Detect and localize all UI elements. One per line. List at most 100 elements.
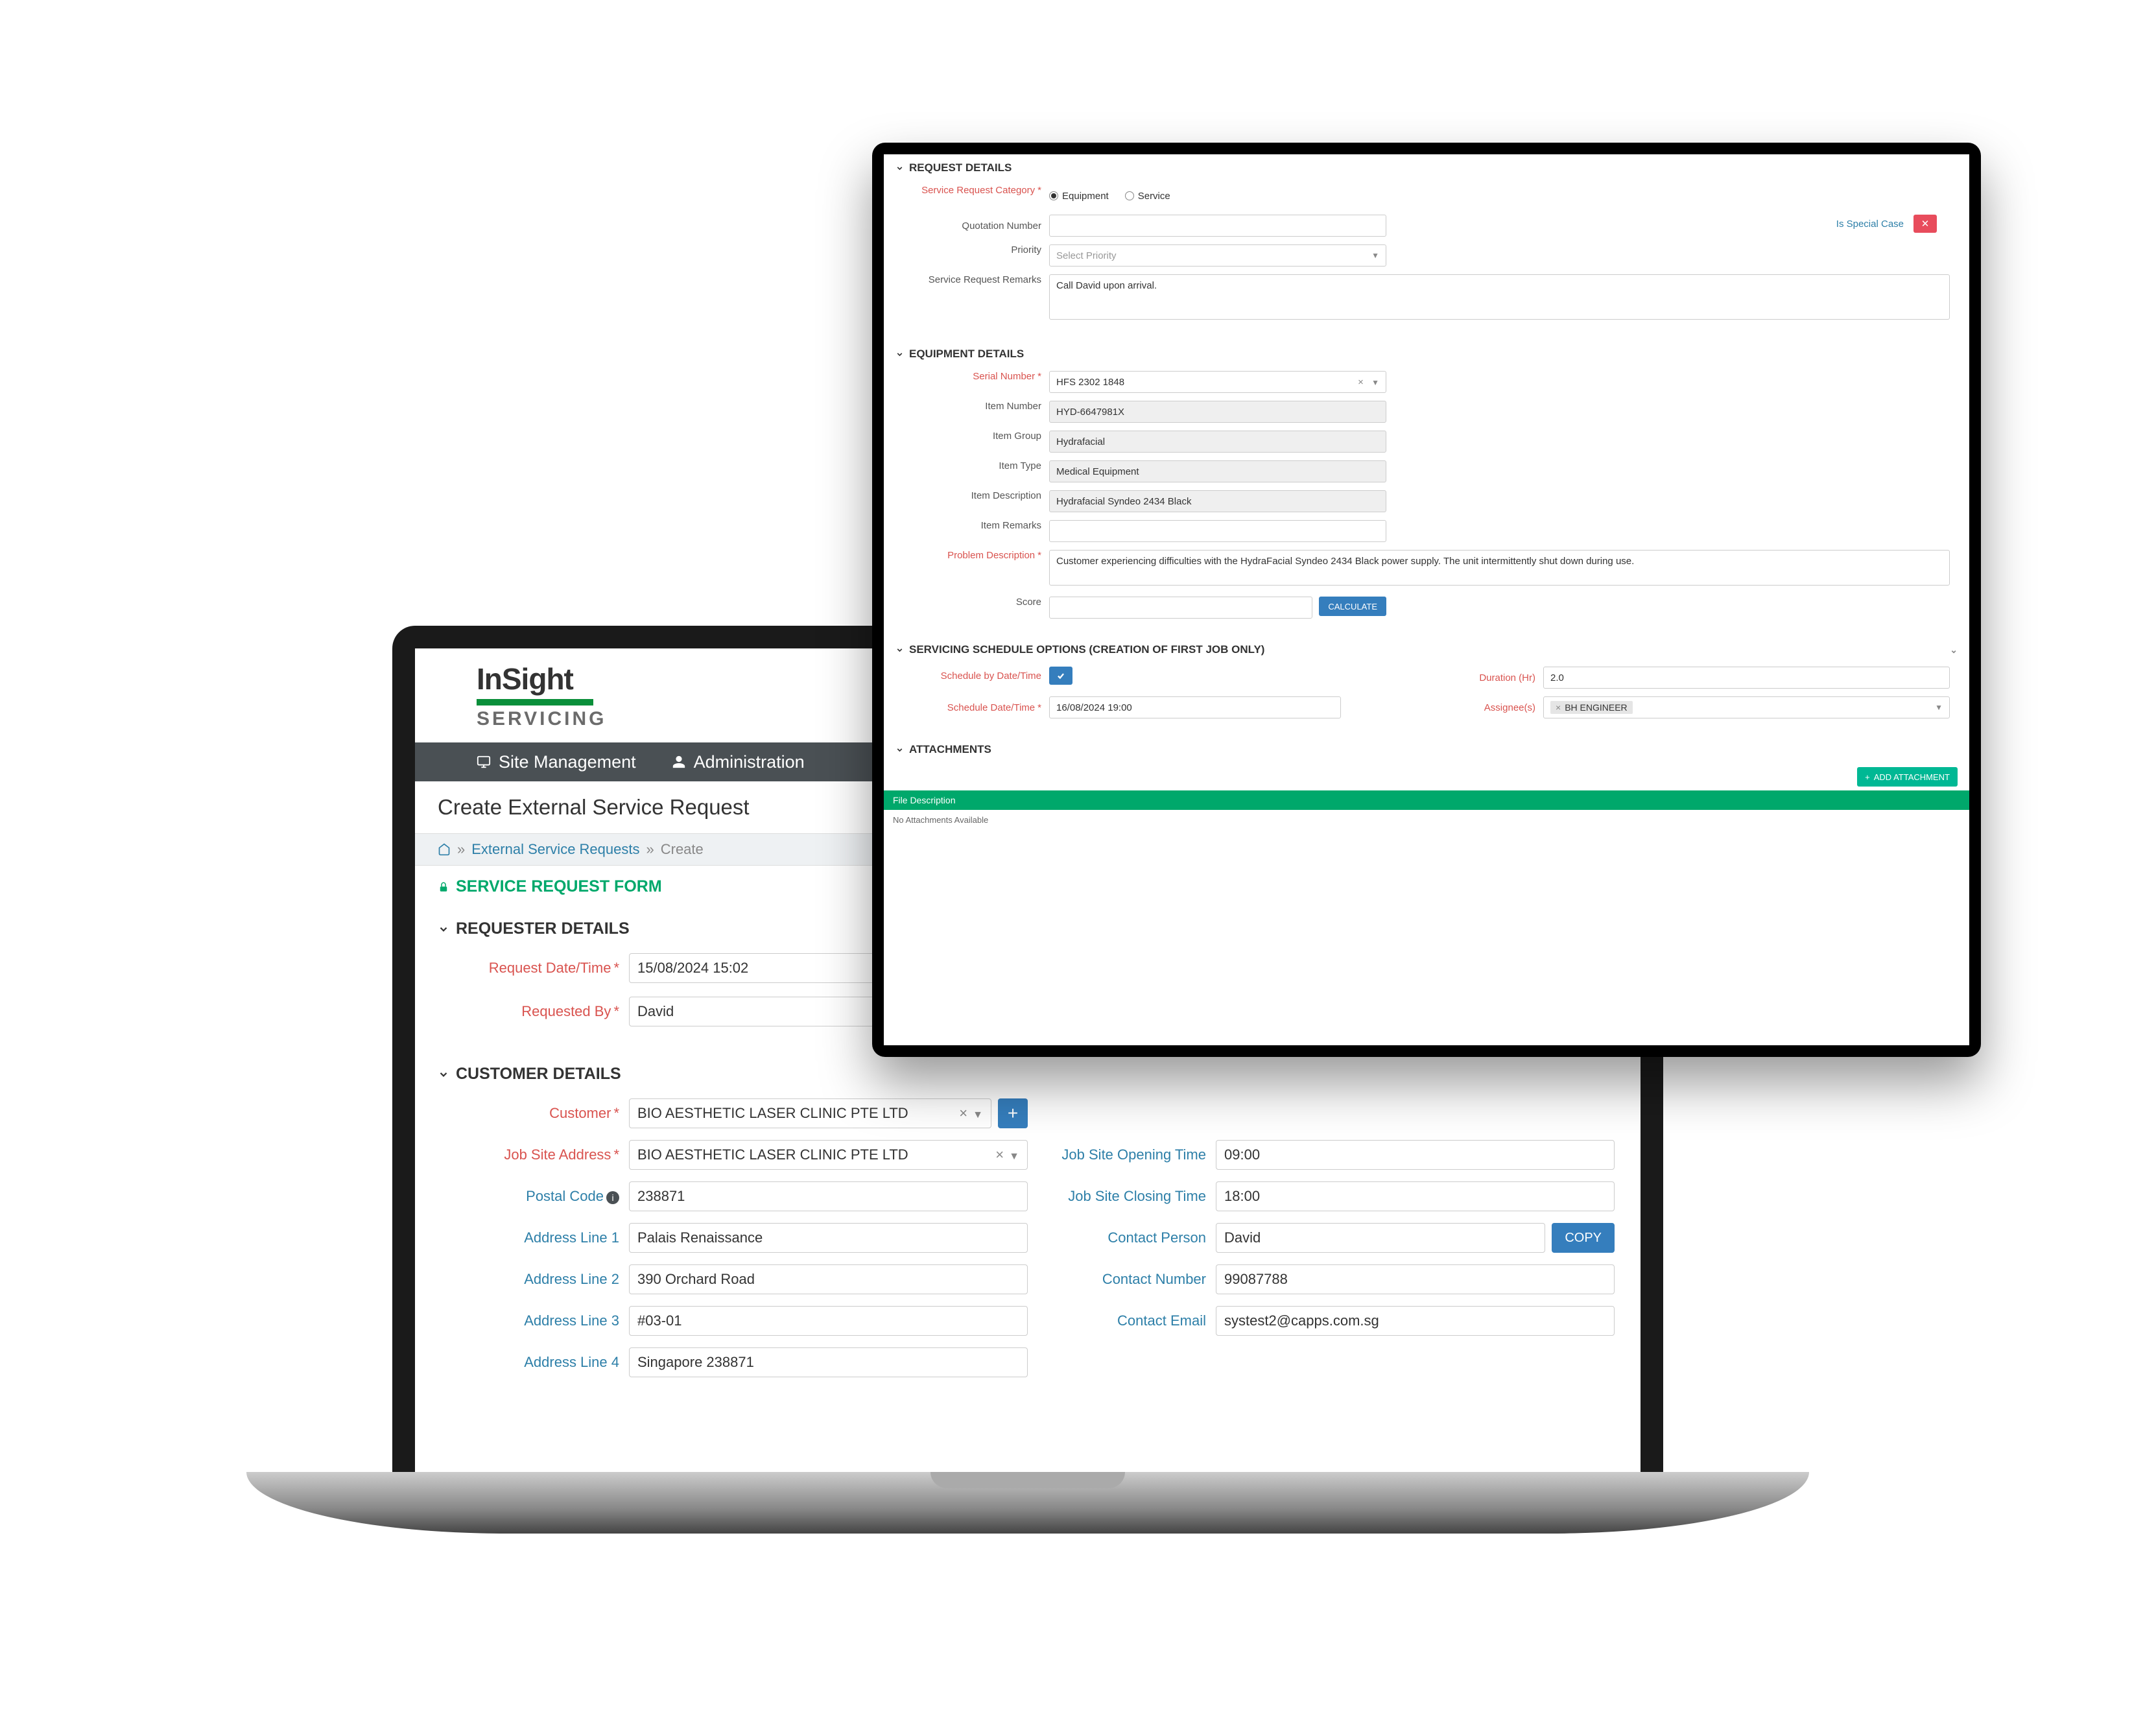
- clear-icon[interactable]: ×: [959, 1105, 967, 1121]
- customer-select[interactable]: BIO AESTHETIC LASER CLINIC PTE LTD×▼: [629, 1098, 991, 1128]
- equipment-section-label: EQUIPMENT DETAILS: [909, 348, 1024, 361]
- remarks-label: Service Request Remarks: [903, 274, 1049, 285]
- chevron-down-icon: [895, 164, 904, 172]
- item-group-input: [1049, 431, 1386, 453]
- laptop-lip: [930, 1472, 1125, 1488]
- category-equipment-radio[interactable]: Equipment: [1049, 191, 1109, 202]
- customer-section-label: CUSTOMER DETAILS: [456, 1065, 621, 1084]
- logo-bar: [477, 699, 593, 705]
- form-section-label: SERVICE REQUEST FORM: [456, 877, 662, 896]
- request-section-title[interactable]: REQUEST DETAILS: [884, 154, 1969, 182]
- problem-desc-label: Problem Description*: [903, 550, 1049, 561]
- tag-remove-icon[interactable]: ×: [1556, 702, 1561, 713]
- customer-label: Customer*: [441, 1105, 629, 1122]
- add-customer-button[interactable]: +: [998, 1098, 1028, 1128]
- closing-time-input[interactable]: [1216, 1181, 1615, 1211]
- quotation-label: Quotation Number: [903, 220, 1049, 231]
- contact-person-input[interactable]: [1216, 1223, 1545, 1253]
- category-label: Service Request Category*: [903, 185, 1049, 196]
- breadcrumb-link-requests[interactable]: External Service Requests: [471, 841, 639, 858]
- attachments-section-label: ATTACHMENTS: [909, 743, 991, 756]
- radio-off-icon: [1125, 191, 1134, 200]
- contact-person-label: Contact Person: [1028, 1229, 1216, 1246]
- nav-site-management-label: Site Management: [499, 752, 636, 772]
- postal-code-input[interactable]: [629, 1181, 1028, 1211]
- address1-input[interactable]: [629, 1223, 1028, 1253]
- clear-icon[interactable]: ×: [995, 1146, 1004, 1163]
- app-logo: InSight SERVICING: [477, 661, 607, 730]
- address3-label: Address Line 3: [441, 1312, 629, 1329]
- schedule-datetime-input[interactable]: [1049, 696, 1341, 718]
- item-remarks-input[interactable]: [1049, 520, 1386, 542]
- assignees-select[interactable]: ×BH ENGINEER▼: [1543, 696, 1950, 718]
- duration-input[interactable]: [1543, 667, 1950, 689]
- item-desc-input: [1049, 490, 1386, 512]
- jobsite-address-select[interactable]: BIO AESTHETIC LASER CLINIC PTE LTD×▼: [629, 1140, 1028, 1170]
- schedule-datetime-label: Schedule Date/Time*: [903, 702, 1049, 713]
- chevron-down-icon: [895, 746, 904, 754]
- user-icon: [672, 755, 686, 769]
- chevron-down-icon: ▼: [1009, 1151, 1019, 1162]
- chevron-down-icon: [895, 646, 904, 654]
- nav-administration-label: Administration: [694, 752, 805, 772]
- contact-email-input[interactable]: [1216, 1306, 1615, 1336]
- chevron-down-icon: ▼: [973, 1109, 983, 1120]
- address1-label: Address Line 1: [441, 1229, 629, 1246]
- customer-section-title[interactable]: CUSTOMER DETAILS: [415, 1053, 1641, 1095]
- add-attachment-button[interactable]: +ADD ATTACHMENT: [1857, 767, 1958, 787]
- address4-label: Address Line 4: [441, 1354, 629, 1371]
- opening-time-input[interactable]: [1216, 1140, 1615, 1170]
- info-icon[interactable]: i: [606, 1191, 619, 1204]
- remarks-textarea[interactable]: Call David upon arrival.: [1049, 274, 1950, 320]
- special-case-label: Is Special Case: [1836, 219, 1904, 230]
- customer-form: Customer* BIO AESTHETIC LASER CLINIC PTE…: [415, 1095, 1641, 1402]
- address2-input[interactable]: [629, 1264, 1028, 1294]
- customer-contact-number-input[interactable]: [1216, 1264, 1615, 1294]
- contact-email-label: Contact Email: [1028, 1312, 1216, 1329]
- score-input[interactable]: [1049, 597, 1312, 619]
- chevron-down-icon: ▼: [1371, 251, 1379, 260]
- address3-input[interactable]: [629, 1306, 1028, 1336]
- serial-select[interactable]: HFS 2302 1848× ▼: [1049, 371, 1386, 393]
- category-service-radio[interactable]: Service: [1125, 191, 1170, 202]
- nav-administration[interactable]: Administration: [672, 752, 805, 772]
- score-label: Score: [903, 597, 1049, 608]
- detail-panel: REQUEST DETAILS Service Request Category…: [884, 154, 1969, 1045]
- problem-desc-textarea[interactable]: Customer experiencing difficulties with …: [1049, 550, 1950, 586]
- customer-contact-number-label: Contact Number: [1028, 1271, 1216, 1288]
- opening-time-label: Job Site Opening Time: [1028, 1146, 1216, 1163]
- nav-site-management[interactable]: Site Management: [477, 752, 636, 772]
- schedule-by-toggle[interactable]: [1049, 667, 1072, 685]
- monitor-icon: [477, 755, 491, 769]
- chevron-down-icon: [438, 1069, 449, 1080]
- calculate-button[interactable]: CALCULATE: [1319, 597, 1386, 616]
- request-datetime-label: Request Date/Time*: [441, 960, 629, 977]
- breadcrumb-current: Create: [661, 841, 704, 858]
- schedule-by-label: Schedule by Date/Time: [903, 670, 1049, 682]
- copy-button[interactable]: COPY: [1552, 1223, 1615, 1253]
- collapse-icon[interactable]: ⌄: [1950, 645, 1958, 656]
- clear-icon[interactable]: ×: [1358, 377, 1364, 388]
- attachments-section-title[interactable]: ATTACHMENTS: [884, 736, 1969, 763]
- attachments-table-header: File Description: [884, 790, 1969, 810]
- breadcrumb-sep: »: [646, 841, 654, 858]
- item-remarks-label: Item Remarks: [903, 520, 1049, 531]
- address2-label: Address Line 2: [441, 1271, 629, 1288]
- quotation-input[interactable]: [1049, 215, 1386, 237]
- servicing-section-title[interactable]: SERVICING SCHEDULE OPTIONS (CREATION OF …: [884, 636, 1969, 663]
- address4-input[interactable]: [629, 1347, 1028, 1377]
- laptop-base: [246, 1472, 1809, 1534]
- equipment-section-title[interactable]: EQUIPMENT DETAILS: [884, 340, 1969, 368]
- attachments-toolbar: +ADD ATTACHMENT: [884, 763, 1969, 790]
- postal-code-label: Postal Codei: [441, 1188, 629, 1205]
- detail-panel-frame: REQUEST DETAILS Service Request Category…: [872, 143, 1981, 1057]
- priority-label: Priority: [903, 244, 1049, 255]
- requested-by-label: Requested By*: [441, 1003, 629, 1020]
- home-icon[interactable]: [438, 843, 451, 856]
- lock-icon: [438, 881, 449, 893]
- item-type-input: [1049, 460, 1386, 482]
- priority-select[interactable]: Select Priority▼: [1049, 244, 1386, 267]
- special-case-toggle[interactable]: ✕: [1913, 215, 1937, 233]
- chevron-down-icon: [438, 923, 449, 935]
- attachments-empty-row: No Attachments Available: [884, 810, 1969, 829]
